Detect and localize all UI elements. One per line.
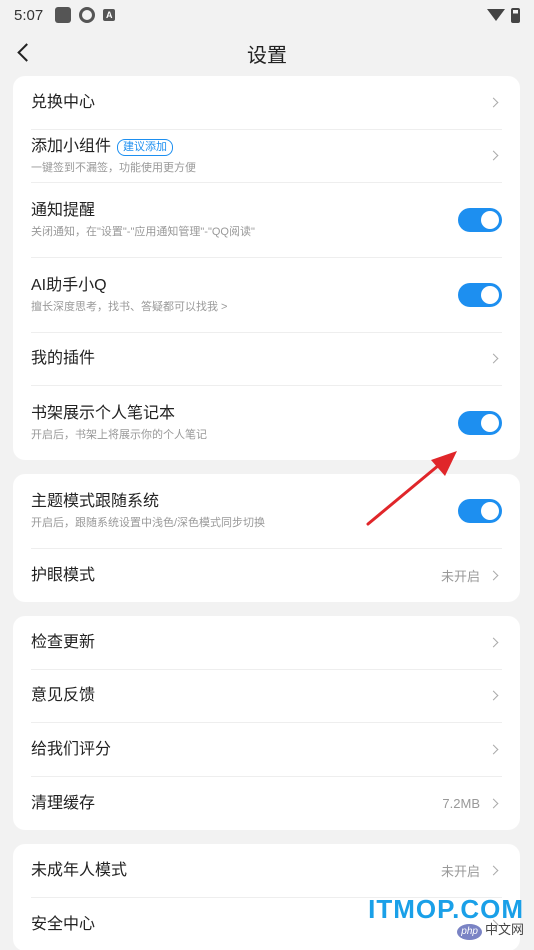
chevron-right-icon bbox=[488, 352, 502, 366]
php-logo: php bbox=[457, 924, 482, 940]
chevron-right-icon bbox=[488, 743, 502, 757]
bookshelf-notebook-toggle[interactable] bbox=[458, 411, 502, 435]
page-title: 设置 bbox=[247, 44, 287, 67]
cache-size-value: 7.2MB bbox=[442, 796, 480, 811]
notifications-toggle[interactable] bbox=[458, 208, 502, 232]
row-title: 通知提醒 bbox=[31, 202, 96, 219]
chevron-right-icon bbox=[488, 797, 502, 811]
row-minor-mode[interactable]: 未成年人模式 未开启 bbox=[31, 844, 502, 898]
chevron-right-icon bbox=[488, 636, 502, 650]
settings-card-display: 主题模式跟随系统 开启后，跟随系统设置中浅色/深色模式同步切换 护眼模式 未开启 bbox=[13, 474, 520, 602]
row-title: 主题模式跟随系统 bbox=[31, 493, 160, 510]
row-title: 意见反馈 bbox=[31, 687, 96, 704]
row-title: 清理缓存 bbox=[31, 794, 96, 812]
chevron-right-icon bbox=[488, 689, 502, 703]
row-subtitle: 关闭通知，在"设置"-"应用通知管理"-"QQ阅读" bbox=[31, 226, 255, 238]
row-subtitle: 开启后，跟随系统设置中浅色/深色模式同步切换 bbox=[31, 517, 266, 529]
row-feedback[interactable]: 意见反馈 bbox=[31, 670, 502, 723]
watermark: ITMOP.COM php 中文网 bbox=[368, 895, 524, 940]
notification-a-icon: A bbox=[103, 9, 116, 21]
row-title: AI助手小Q bbox=[31, 277, 107, 294]
row-eye-care[interactable]: 护眼模式 未开启 bbox=[31, 549, 502, 602]
chevron-right-icon bbox=[488, 149, 502, 163]
chevron-right-icon bbox=[488, 96, 502, 110]
row-check-update[interactable]: 检查更新 bbox=[31, 616, 502, 670]
row-clear-cache[interactable]: 清理缓存 7.2MB bbox=[31, 777, 502, 830]
row-rate-us[interactable]: 给我们评分 bbox=[31, 723, 502, 777]
notification-app-icon bbox=[55, 7, 72, 23]
row-ai-assistant: AI助手小Q 擅长深度思考，找书、答疑都可以找我 > bbox=[31, 258, 502, 333]
row-title: 添加小组件 bbox=[31, 138, 112, 155]
settings-card-app: 检查更新 意见反馈 给我们评分 清理缓存 7.2MB bbox=[13, 616, 520, 830]
row-add-widget[interactable]: 添加小组件 建议添加 一键签到不漏签，功能使用更方便 bbox=[31, 130, 502, 183]
row-title: 未成年人模式 bbox=[31, 861, 128, 879]
row-subtitle: 一键签到不漏签，功能使用更方便 bbox=[31, 162, 196, 174]
row-redeem-center[interactable]: 兑换中心 bbox=[31, 76, 502, 130]
row-title: 给我们评分 bbox=[31, 740, 112, 758]
row-my-plugins[interactable]: 我的插件 bbox=[31, 333, 502, 386]
watermark-text: ITMOP.COM bbox=[368, 894, 524, 924]
back-button[interactable] bbox=[14, 39, 36, 65]
row-title: 检查更新 bbox=[31, 633, 96, 651]
status-bar: 5:07 A bbox=[0, 0, 534, 30]
row-title: 护眼模式 bbox=[31, 566, 96, 584]
watermark-sub: php 中文网 bbox=[368, 923, 524, 940]
notification-pinwheel-icon bbox=[79, 7, 96, 23]
wifi-icon bbox=[487, 9, 505, 21]
row-title: 书架展示个人笔记本 bbox=[31, 405, 176, 422]
ai-assistant-toggle[interactable] bbox=[458, 283, 502, 307]
battery-icon bbox=[511, 7, 520, 23]
top-nav: 设置 bbox=[0, 30, 534, 76]
row-value: 未开启 bbox=[440, 864, 480, 879]
chevron-right-icon bbox=[488, 864, 502, 878]
status-time: 5:07 bbox=[14, 6, 44, 24]
theme-follow-toggle[interactable] bbox=[458, 499, 502, 523]
suggest-badge: 建议添加 bbox=[117, 138, 174, 156]
settings-card-general: 兑换中心 添加小组件 建议添加 一键签到不漏签，功能使用更方便 通知提醒 关闭通… bbox=[13, 76, 520, 460]
watermark-sub-text: 中文网 bbox=[484, 922, 524, 937]
row-subtitle: 开启后，书架上将展示你的个人笔记 bbox=[31, 429, 207, 441]
chevron-right-icon bbox=[488, 569, 502, 583]
row-subtitle: 擅长深度思考，找书、答疑都可以找我 > bbox=[31, 301, 228, 313]
row-title: 我的插件 bbox=[31, 350, 96, 367]
row-bookshelf-notebook: 书架展示个人笔记本 开启后，书架上将展示你的个人笔记 bbox=[31, 386, 502, 460]
row-value: 未开启 bbox=[440, 569, 480, 584]
row-title: 兑换中心 bbox=[31, 93, 96, 111]
row-theme-follow-system: 主题模式跟随系统 开启后，跟随系统设置中浅色/深色模式同步切换 bbox=[31, 474, 502, 549]
row-notifications: 通知提醒 关闭通知，在"设置"-"应用通知管理"-"QQ阅读" bbox=[31, 183, 502, 258]
